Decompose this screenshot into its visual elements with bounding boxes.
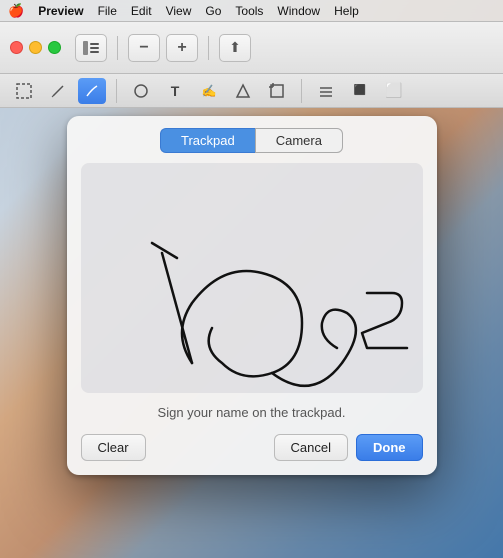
signature-tool[interactable]: ✍ (195, 78, 223, 104)
adjust-tool[interactable] (229, 78, 257, 104)
menu-file[interactable]: File (98, 4, 117, 18)
traffic-lights (10, 41, 61, 54)
selection-tool[interactable] (10, 78, 38, 104)
cancel-button[interactable]: Cancel (274, 434, 348, 461)
apple-menu[interactable]: 🍎 (8, 3, 24, 19)
menu-help[interactable]: Help (334, 4, 359, 18)
close-button[interactable] (10, 41, 23, 54)
more-tool[interactable]: ⬜ (380, 78, 408, 104)
toolbar-separator-4 (301, 79, 302, 103)
zoom-out-button[interactable]: − (128, 34, 160, 62)
signature-canvas[interactable] (81, 163, 423, 393)
tab-trackpad[interactable]: Trackpad (160, 128, 255, 153)
sidebar-toggle-button[interactable] (75, 34, 107, 62)
shape-tool[interactable] (127, 78, 155, 104)
menu-bar: 🍎 Preview File Edit View Go Tools Window… (0, 0, 503, 22)
menu-window[interactable]: Window (277, 4, 320, 18)
share-button[interactable]: ⬆ (219, 34, 251, 62)
dialog-button-row: Clear Cancel Done (67, 434, 437, 475)
text-tool[interactable]: T (161, 78, 189, 104)
toolbar-separator-3 (116, 79, 117, 103)
instruction-text: Sign your name on the trackpad. (67, 393, 437, 434)
main-toolbar: − + ⬆ (0, 22, 503, 74)
tab-camera[interactable]: Camera (255, 128, 343, 153)
signature-dialog: Trackpad Camera Sign your name on the tr… (67, 116, 437, 475)
maximize-button[interactable] (48, 41, 61, 54)
input-method-tabs: Trackpad Camera (67, 116, 437, 163)
zoom-in-button[interactable]: + (166, 34, 198, 62)
done-button[interactable]: Done (356, 434, 423, 461)
border-style-tool[interactable] (312, 78, 340, 104)
toolbar-separator-1 (117, 36, 118, 60)
minimize-button[interactable] (29, 41, 42, 54)
pen-tool[interactable] (78, 78, 106, 104)
annotation-toolbar: T ✍ ⬛ ⬜ (0, 74, 503, 108)
toolbar-separator-2 (208, 36, 209, 60)
right-buttons: Cancel Done (274, 434, 423, 461)
signature-drawing (81, 163, 423, 393)
sketch-tool[interactable] (44, 78, 72, 104)
menu-view[interactable]: View (166, 4, 192, 18)
menu-go[interactable]: Go (205, 4, 221, 18)
crop-tool[interactable] (263, 78, 291, 104)
modal-area: Trackpad Camera Sign your name on the tr… (0, 108, 503, 558)
menu-app-name[interactable]: Preview (38, 4, 83, 18)
menu-tools[interactable]: Tools (235, 4, 263, 18)
clear-button[interactable]: Clear (81, 434, 146, 461)
color-tool[interactable]: ⬛ (346, 78, 374, 104)
menu-edit[interactable]: Edit (131, 4, 152, 18)
